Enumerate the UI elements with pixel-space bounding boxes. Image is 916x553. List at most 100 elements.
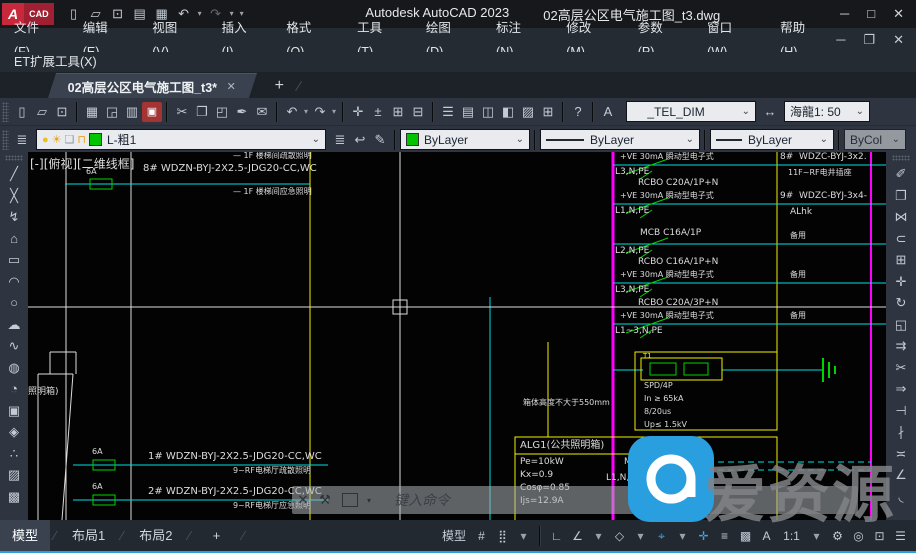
zoom-window-icon[interactable]: ⊞ [388,102,408,122]
lineweight-combo[interactable]: ByLayer [710,129,834,150]
polar-caret-icon[interactable]: ▾ [589,526,608,546]
zoom-previous-icon[interactable]: ⊟ [408,102,428,122]
quickcalc-icon[interactable]: ⊞ [538,102,558,122]
snap-caret-icon[interactable]: ▾ [514,526,533,546]
toolbar-grip[interactable] [5,155,23,161]
arc-icon[interactable]: ◠ [4,271,24,293]
break-at-point-icon[interactable]: ⊣ [891,400,911,422]
circle-icon[interactable]: ○ [4,292,24,314]
linetype-combo[interactable]: ByLayer [540,129,700,150]
layer-vp-freeze-icon[interactable]: ❑ [65,133,75,146]
dwf-publish-icon[interactable]: ▣ [142,102,162,122]
erase-icon[interactable]: ✐ [891,163,911,185]
polar-tracking-icon[interactable]: ∠ [568,526,587,546]
pan-icon[interactable]: ✛ [348,102,368,122]
recent-commands-icon[interactable] [342,493,358,507]
redo-caret-icon[interactable]: ▾ [330,102,338,122]
etransmit-icon[interactable]: ✉ [252,102,272,122]
toolbar-grip[interactable] [892,155,910,161]
layer-states-manager-icon[interactable]: ≣ [330,130,350,150]
doc-minimize-button[interactable]: ─ [836,32,845,48]
layer-combo[interactable]: ● ☀ ❑ ⊓ L-粗1 [36,129,326,150]
open-icon[interactable]: ▱ [32,102,52,122]
new-tab-button[interactable]: + [275,74,284,98]
layout1-tab[interactable]: 布局1 [60,520,117,551]
toolbar-grip[interactable] [2,102,9,122]
hatch-icon[interactable]: ▨ [4,464,24,486]
match-properties-icon[interactable]: ✒ [232,102,252,122]
extend-icon[interactable]: ⇒ [891,378,911,400]
cut-icon[interactable]: ✂ [172,102,192,122]
plot-preview-icon[interactable]: ◲ [102,102,122,122]
offset-icon[interactable]: ⊂ [891,228,911,250]
isodraft-caret-icon[interactable]: ▾ [631,526,650,546]
layer-on-off-icon[interactable]: ● [42,134,49,146]
file-tab-close-icon[interactable]: ✕ [227,80,236,93]
tool-palettes-icon[interactable]: ▨ [518,102,538,122]
insert-block-icon[interactable]: ▣ [4,400,24,422]
layer-properties-manager-icon[interactable]: ≣ [12,130,32,150]
layer-lock-icon[interactable]: ⊓ [77,133,86,146]
maximize-button[interactable]: □ [867,6,875,22]
trim-icon[interactable]: ✂ [891,357,911,379]
text-style-combo[interactable]: _TEL_DIM [626,101,756,122]
text-style-icon[interactable]: A [598,102,618,122]
redo-icon[interactable]: ↷ [310,102,330,122]
file-tab-active[interactable]: 02高层公区电气施工图_t3* ✕ [48,73,257,98]
new-icon[interactable]: ▯ [12,102,32,122]
recent-commands-caret[interactable]: ▾ [358,496,380,505]
doc-close-button[interactable]: ✕ [893,32,904,48]
paste-icon[interactable]: ◰ [212,102,232,122]
command-close-icon[interactable]: ✕ [292,492,314,508]
stretch-icon[interactable]: ⇉ [891,335,911,357]
rectangle-icon[interactable]: ▭ [4,249,24,271]
line-icon[interactable]: ╱ [4,163,24,185]
point-icon[interactable]: ∴ [4,443,24,465]
create-block-icon[interactable]: ◈ [4,421,24,443]
layout2-tab[interactable]: 布局2 [127,520,184,551]
copy-icon[interactable]: ❐ [891,185,911,207]
osnap-caret-icon[interactable]: ▾ [673,526,692,546]
isodraft-icon[interactable]: ◇ [610,526,629,546]
close-button[interactable]: ✕ [893,6,904,22]
mirror-icon[interactable]: ⋈ [891,206,911,228]
save-icon[interactable]: ⊡ [52,102,72,122]
polyline-icon[interactable]: ↯ [4,206,24,228]
ellipse-arc-icon[interactable]: ◔ [4,378,24,400]
undo-caret-icon[interactable]: ▾ [302,102,310,122]
rotate-icon[interactable]: ↻ [891,292,911,314]
doc-restore-button[interactable]: ❐ [863,32,875,48]
sheet-set-manager-icon[interactable]: ◧ [498,102,518,122]
undo-icon[interactable]: ↶ [282,102,302,122]
dim-style-combo[interactable]: 海龍1: 50 [784,101,870,122]
layer-previous-icon[interactable]: ↩ [350,130,370,150]
copy-clip-icon[interactable]: ❐ [192,102,212,122]
plot-icon[interactable]: ▦ [82,102,102,122]
ellipse-icon[interactable]: ◍ [4,357,24,379]
help-icon[interactable]: ? [568,102,588,122]
properties-palette-icon[interactable]: ◫ [478,102,498,122]
construction-line-icon[interactable]: ╳ [4,185,24,207]
zoom-realtime-icon[interactable]: ± [368,102,388,122]
ortho-mode-icon[interactable]: ∟ [547,526,566,546]
color-combo[interactable]: ByLayer [400,129,530,150]
polygon-icon[interactable]: ⌂ [4,228,24,250]
menu-et-tools[interactable]: ET扩展工具(X) [0,55,97,69]
layer-freeze-icon[interactable]: ☀ [52,133,62,146]
command-customize-icon[interactable]: ⚒ [314,492,336,508]
model-paper-toggle-icon[interactable]: 模型 [438,526,470,546]
make-object-layer-current-icon[interactable]: ✎ [370,130,390,150]
new-layout-button[interactable]: + [194,520,238,551]
model-tab[interactable]: 模型 [0,520,50,551]
revision-cloud-icon[interactable]: ☁ [4,314,24,336]
batch-plot-icon[interactable]: ▥ [122,102,142,122]
dim-style-icon[interactable]: ↔ [760,102,780,122]
grid-display-icon[interactable]: # [472,526,491,546]
break-icon[interactable]: ∤ [891,421,911,443]
snap-mode-icon[interactable]: ⣿ [493,526,512,546]
command-prompt-input[interactable]: 键入命令 [394,490,450,510]
object-snap-icon[interactable]: ⌖ [652,526,671,546]
move-icon[interactable]: ✛ [891,271,911,293]
toolbar-grip[interactable] [2,130,9,150]
scale-icon[interactable]: ◱ [891,314,911,336]
